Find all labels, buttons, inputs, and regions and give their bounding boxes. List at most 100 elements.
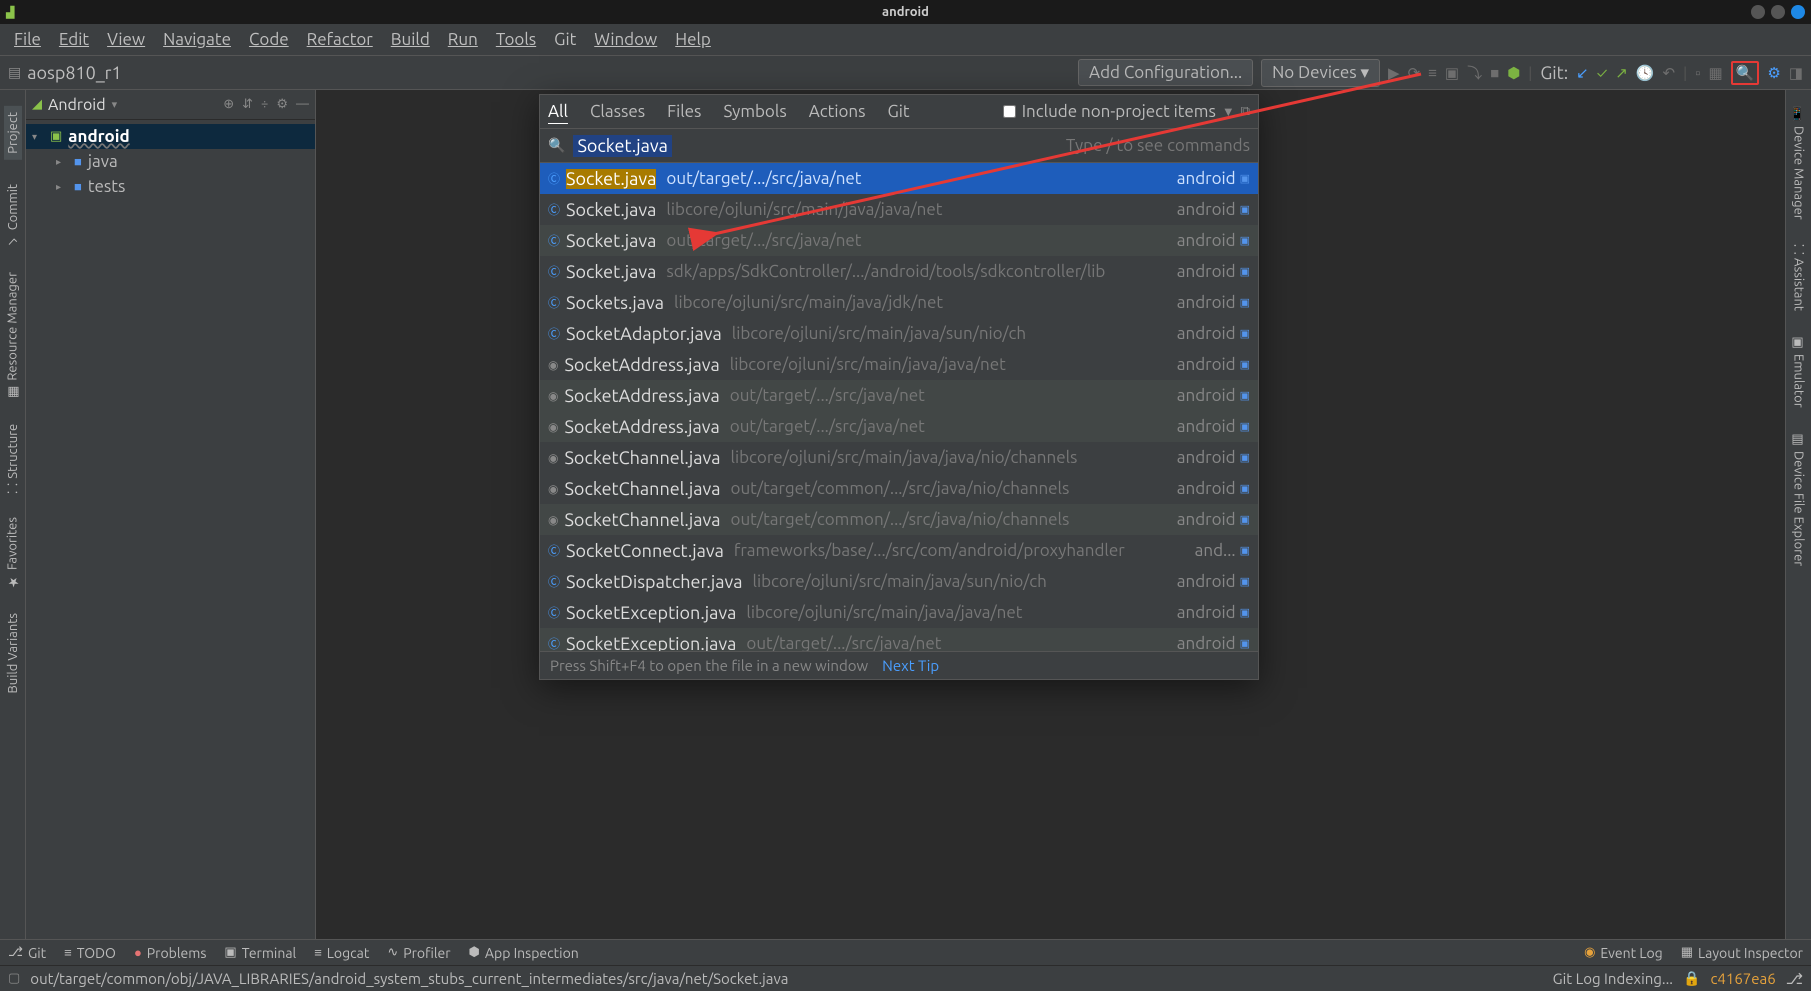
profile-icon[interactable]: ▣ <box>1445 64 1459 82</box>
search-result-row[interactable]: ◉SocketChannel.javaout/target/common/...… <box>540 504 1258 535</box>
push-icon[interactable]: ↗ <box>1615 64 1628 82</box>
coverage-icon[interactable]: ≡ <box>1428 64 1437 82</box>
project-view-select[interactable]: Android <box>48 96 106 114</box>
next-tip-link[interactable]: Next Tip <box>882 657 939 674</box>
search-result-row[interactable]: ⒸSocketDispatcher.javalibcore/ojluni/src… <box>540 566 1258 597</box>
search-tab-files[interactable]: Files <box>667 102 701 121</box>
debug-action-icon[interactable]: ⟳ <box>1408 64 1421 82</box>
bottombar-app-inspection[interactable]: ⬢App Inspection <box>469 945 579 961</box>
pin-icon[interactable]: ⧉ <box>1241 104 1250 119</box>
rail-resource-manager[interactable]: ▦Resource Manager <box>5 272 20 400</box>
hide-icon[interactable]: — <box>296 97 309 112</box>
search-result-row[interactable]: ⒸSocket.javasdk/apps/SdkController/.../a… <box>540 256 1258 287</box>
search-tab-git[interactable]: Git <box>888 102 910 121</box>
expand-icon[interactable]: ▸ <box>56 156 68 168</box>
breadcrumb[interactable]: ▤ aosp810_r1 <box>8 63 122 83</box>
rail-favorites[interactable]: ★Favorites <box>5 517 20 589</box>
search-result-row[interactable]: ◉SocketChannel.javaout/target/common/...… <box>540 473 1258 504</box>
minimize-button[interactable] <box>1751 5 1765 19</box>
menu-refactor[interactable]: Refactor <box>299 26 381 53</box>
search-result-row[interactable]: ⒸSocket.javalibcore/ojluni/src/main/java… <box>540 194 1258 225</box>
bottombar-event-log[interactable]: ◉Event Log <box>1584 945 1663 961</box>
menu-window[interactable]: Window <box>586 26 665 53</box>
rail-device-manager[interactable]: 📱Device Manager <box>1791 106 1806 220</box>
run-config-select[interactable]: Add Configuration... <box>1078 59 1253 86</box>
rail-commit[interactable]: ✓Commit <box>6 184 20 248</box>
search-result-row[interactable]: ⒸSocketException.javaout/target/.../src/… <box>540 628 1258 651</box>
menu-tools[interactable]: Tools <box>488 26 544 53</box>
search-result-row[interactable]: ⒸSocketAdaptor.javalibcore/ojluni/src/ma… <box>540 318 1258 349</box>
menu-file[interactable]: File <box>6 26 49 53</box>
bottombar-todo[interactable]: ≡TODO <box>64 945 116 961</box>
search-result-row[interactable]: ◉SocketAddress.javalibcore/ojluni/src/ma… <box>540 349 1258 380</box>
sdk-icon[interactable]: ▦ <box>1708 64 1722 82</box>
tool-window-toggle-icon[interactable]: ▢ <box>8 971 20 986</box>
rail-emulator[interactable]: ▣Emulator <box>1791 335 1806 408</box>
branch-icon[interactable]: ⎇ <box>1786 970 1803 988</box>
nonproject-checkbox[interactable] <box>1003 105 1016 118</box>
search-result-row[interactable]: ⒸSocket.javaout/target/.../src/java/neta… <box>540 225 1258 256</box>
bottombar-logcat[interactable]: ≡Logcat <box>314 945 369 961</box>
menu-view[interactable]: View <box>99 26 153 53</box>
search-input-row[interactable]: 🔍 Socket.java Type / to see commands <box>540 129 1258 163</box>
menu-build[interactable]: Build <box>383 26 438 53</box>
search-result-row[interactable]: ◉SocketAddress.javaout/target/.../src/ja… <box>540 411 1258 442</box>
settings-icon[interactable]: ⚙ <box>1767 64 1780 82</box>
tree-row-android[interactable]: ▾ ▣ android <box>26 124 315 149</box>
bottombar-profiler[interactable]: ∿Profiler <box>387 945 450 961</box>
target-icon[interactable]: ⊕ <box>223 97 234 112</box>
menu-run[interactable]: Run <box>440 26 486 53</box>
history-icon[interactable]: 🕓 <box>1636 64 1655 82</box>
bottombar-layout-inspector[interactable]: ▦Layout Inspector <box>1681 945 1803 961</box>
rail-structure[interactable]: ⸬Structure <box>4 424 22 494</box>
search-result-row[interactable]: ◉SocketAddress.javaout/target/.../src/ja… <box>540 380 1258 411</box>
stop-icon[interactable]: ■ <box>1490 64 1499 82</box>
tree-row-tests[interactable]: ▸ ■ tests <box>26 174 315 199</box>
menu-git[interactable]: Git <box>546 26 584 53</box>
search-result-row[interactable]: ◉SocketChannel.javalibcore/ojluni/src/ma… <box>540 442 1258 473</box>
search-tab-classes[interactable]: Classes <box>590 102 645 121</box>
gear-icon[interactable]: ⚙ <box>276 97 288 112</box>
search-input[interactable]: Socket.java <box>573 135 671 157</box>
bottombar-terminal[interactable]: ▣Terminal <box>224 945 296 961</box>
expand-icon[interactable]: ÷ <box>261 97 268 112</box>
chevron-down-icon[interactable]: ▾ <box>112 98 118 111</box>
run-icon[interactable]: ▶ <box>1388 64 1400 82</box>
search-tab-symbols[interactable]: Symbols <box>723 102 786 121</box>
commit-icon[interactable]: ✓ <box>1597 64 1608 81</box>
search-result-row[interactable]: ⒸSocketConnect.javaframeworks/base/.../s… <box>540 535 1258 566</box>
collapse-icon[interactable]: ⇵ <box>242 97 253 112</box>
rail-assistant[interactable]: ⸬Assistant <box>1790 244 1808 312</box>
git-hash[interactable]: c4167ea6 <box>1710 970 1775 987</box>
lock-icon[interactable]: 🔒 <box>1683 970 1700 987</box>
update-icon[interactable]: ↙ <box>1576 64 1589 82</box>
rail-project[interactable]: Project <box>4 106 22 160</box>
filter-icon[interactable]: ▼ <box>1222 104 1235 119</box>
debug-icon[interactable]: ⬢ <box>1507 64 1520 82</box>
layout-icon[interactable]: ◨ <box>1789 64 1803 82</box>
menu-edit[interactable]: Edit <box>51 26 97 53</box>
maximize-button[interactable] <box>1771 5 1785 19</box>
device-select[interactable]: No Devices ▾ <box>1261 59 1380 87</box>
menu-navigate[interactable]: Navigate <box>155 26 239 53</box>
bottombar-problems[interactable]: ●Problems <box>134 945 206 961</box>
search-everywhere-button[interactable]: 🔍 <box>1731 61 1760 85</box>
search-result-row[interactable]: ⒸSockets.javalibcore/ojluni/src/main/jav… <box>540 287 1258 318</box>
expand-icon[interactable]: ▸ <box>56 181 68 193</box>
attach-icon[interactable]: ⤵ <box>1467 62 1482 83</box>
search-result-row[interactable]: ⒸSocket.javaout/target/.../src/java/neta… <box>540 163 1258 194</box>
expand-icon[interactable]: ▾ <box>32 131 44 143</box>
search-tab-all[interactable]: All <box>548 102 568 121</box>
menu-help[interactable]: Help <box>667 26 719 53</box>
avd-icon[interactable]: ▫ <box>1695 64 1700 82</box>
rail-device-file-explorer[interactable]: ▤Device File Explorer <box>1791 432 1806 566</box>
tree-row-java[interactable]: ▸ ■ java <box>26 149 315 174</box>
result-filename: Socket.java <box>566 169 656 189</box>
search-tab-actions[interactable]: Actions <box>809 102 866 121</box>
rollback-icon[interactable]: ↶ <box>1663 64 1676 82</box>
bottombar-git[interactable]: ⎇Git <box>8 945 46 961</box>
search-result-row[interactable]: ⒸSocketException.javalibcore/ojluni/src/… <box>540 597 1258 628</box>
rail-build-variants[interactable]: Build Variants <box>6 613 20 693</box>
menu-code[interactable]: Code <box>241 26 297 53</box>
close-button[interactable] <box>1791 5 1805 19</box>
